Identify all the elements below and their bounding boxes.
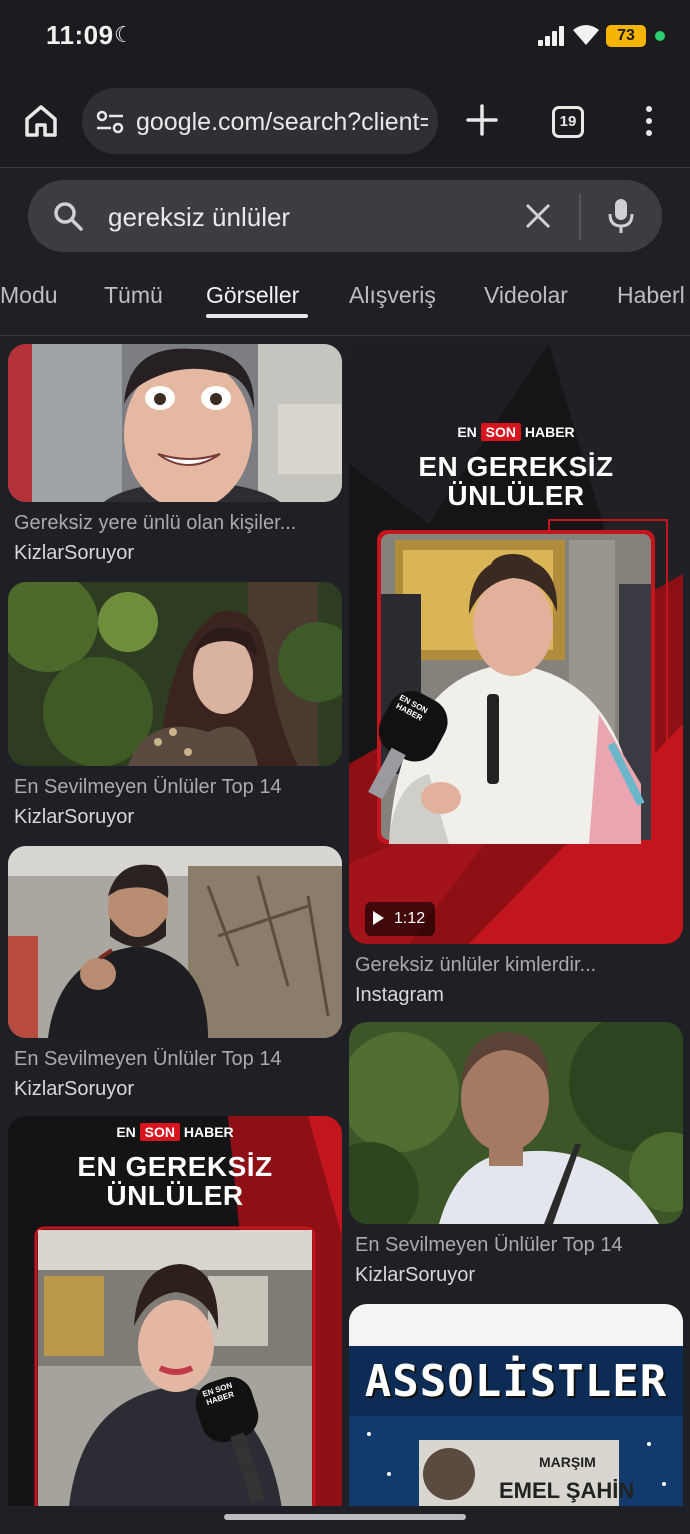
result-source[interactable]: KizlarSoruyor <box>14 1078 134 1101</box>
headline-line: ÜNLÜLER <box>106 1180 244 1212</box>
result-thumbnail[interactable] <box>8 846 342 1038</box>
result-source[interactable]: Instagram <box>355 984 444 1007</box>
poster-text: MARŞIM <box>539 1454 596 1470</box>
image-result[interactable]: En Sevilmeyen Ünlüler Top 14 KizlarSoruy… <box>8 582 342 836</box>
image-result[interactable]: En Sevilmeyen Ünlüler Top 14 KizlarSoruy… <box>8 846 342 1104</box>
clock: 11:09 <box>46 20 114 50</box>
result-source[interactable]: KizlarSoruyor <box>14 806 134 829</box>
tab-shopping[interactable]: Alışveriş <box>349 282 436 309</box>
video-duration-badge: 1:12 <box>365 902 436 936</box>
play-icon <box>373 911 384 925</box>
do-not-disturb-icon: ☾ <box>114 22 134 47</box>
result-title[interactable]: Gereksiz yere ünlü olan kişiler... <box>14 512 336 535</box>
brand-text: SON <box>139 1123 180 1141</box>
divider <box>579 194 581 240</box>
result-title[interactable]: En Sevilmeyen Ünlüler Top 14 <box>355 1234 677 1257</box>
url-text[interactable]: google.com/search?client= <box>136 108 428 137</box>
battery-indicator: 73 <box>606 25 646 47</box>
tab-images[interactable]: Görseller <box>206 282 299 309</box>
browser-toolbar: google.com/search?client= 19 <box>0 70 690 168</box>
brand-text: HABER <box>524 424 575 440</box>
result-title[interactable]: En Sevilmeyen Ünlüler Top 14 <box>14 776 336 799</box>
image-result[interactable]: En Sevilmeyen Ünlüler Top 14 KizlarSoruy… <box>349 1022 683 1292</box>
result-thumbnail[interactable]: ASSOLİSTLER MARŞIM EMEL ŞAHİN <box>349 1304 683 1514</box>
search-box[interactable]: gereksiz ünlüler <box>28 180 662 252</box>
result-source[interactable]: KizlarSoruyor <box>14 542 134 565</box>
new-tab-icon[interactable] <box>464 102 500 138</box>
result-thumbnail[interactable] <box>8 344 342 502</box>
image-result[interactable]: ASSOLİSTLER MARŞIM EMEL ŞAHİN <box>349 1304 683 1514</box>
navigation-bar <box>0 1506 690 1534</box>
site-settings-icon[interactable] <box>96 110 124 134</box>
headline-line: EN GEREKSİZ <box>77 1151 273 1182</box>
headline-line: ÜNLÜLER <box>447 480 585 512</box>
search-input[interactable]: gereksiz ünlüler <box>108 202 290 233</box>
tab-modu[interactable]: Modu <box>0 282 58 309</box>
tab-switcher-button[interactable]: 19 <box>552 106 584 138</box>
poster-title: ASSOLİSTLER <box>364 1356 668 1407</box>
brand-text: SON <box>480 423 521 441</box>
video-result[interactable]: EN SON HABER EN GEREKSİZ ÜNLÜLER EN SON … <box>349 344 683 1012</box>
active-tab-indicator <box>206 314 308 318</box>
result-title[interactable]: En Sevilmeyen Ünlüler Top 14 <box>14 1048 336 1071</box>
tab-videos[interactable]: Videolar <box>484 282 568 309</box>
wifi-icon <box>573 25 599 45</box>
tab-news[interactable]: Haberl <box>617 282 685 309</box>
brand-logo: EN SON HABER <box>8 1123 342 1141</box>
thumbnail-headline: EN GEREKSİZ ÜNLÜLER <box>349 452 683 511</box>
tab-all[interactable]: Tümü <box>104 282 163 309</box>
address-bar[interactable]: google.com/search?client= <box>82 88 438 154</box>
result-thumbnail[interactable]: EN SON HABER EN GEREKSİZ ÜNLÜLER EN SON … <box>349 344 683 944</box>
brand-text: HABER <box>183 1124 234 1140</box>
home-gesture-bar[interactable] <box>224 1514 466 1520</box>
result-title[interactable]: Gereksiz ünlüler kimlerdir... <box>355 954 677 977</box>
result-thumbnail[interactable] <box>349 1022 683 1224</box>
signal-icon <box>538 26 566 46</box>
status-bar: 11:09 ☾ 73 <box>0 0 690 70</box>
more-menu-icon[interactable] <box>640 104 660 138</box>
thumbnail-headline: EN GEREKSİZ ÜNLÜLER <box>8 1152 342 1211</box>
result-thumbnail[interactable]: EN SON HABER EN GEREKSİZ ÜNLÜLER EN SON … <box>8 1116 342 1516</box>
privacy-dot-icon <box>655 31 665 41</box>
image-result[interactable]: EN SON HABER EN GEREKSİZ ÜNLÜLER EN SON … <box>8 1116 342 1516</box>
headline-line: EN GEREKSİZ <box>418 451 614 482</box>
duration-text: 1:12 <box>394 910 426 927</box>
microphone-icon[interactable] <box>608 198 634 234</box>
home-icon[interactable] <box>22 102 60 140</box>
result-thumbnail[interactable] <box>8 582 342 766</box>
search-filter-tabs: Modu Tümü Görseller Alışveriş Videolar H… <box>0 262 690 336</box>
result-source[interactable]: KizlarSoruyor <box>355 1264 475 1287</box>
poster-text: EMEL ŞAHİN <box>499 1478 635 1503</box>
brand-text: EN <box>457 424 477 440</box>
image-result[interactable]: Gereksiz yere ünlü olan kişiler... Kizla… <box>8 344 342 574</box>
search-icon <box>54 202 83 231</box>
brand-logo: EN SON HABER <box>349 423 683 441</box>
clear-icon[interactable] <box>524 202 552 230</box>
brand-text: EN <box>116 1124 136 1140</box>
